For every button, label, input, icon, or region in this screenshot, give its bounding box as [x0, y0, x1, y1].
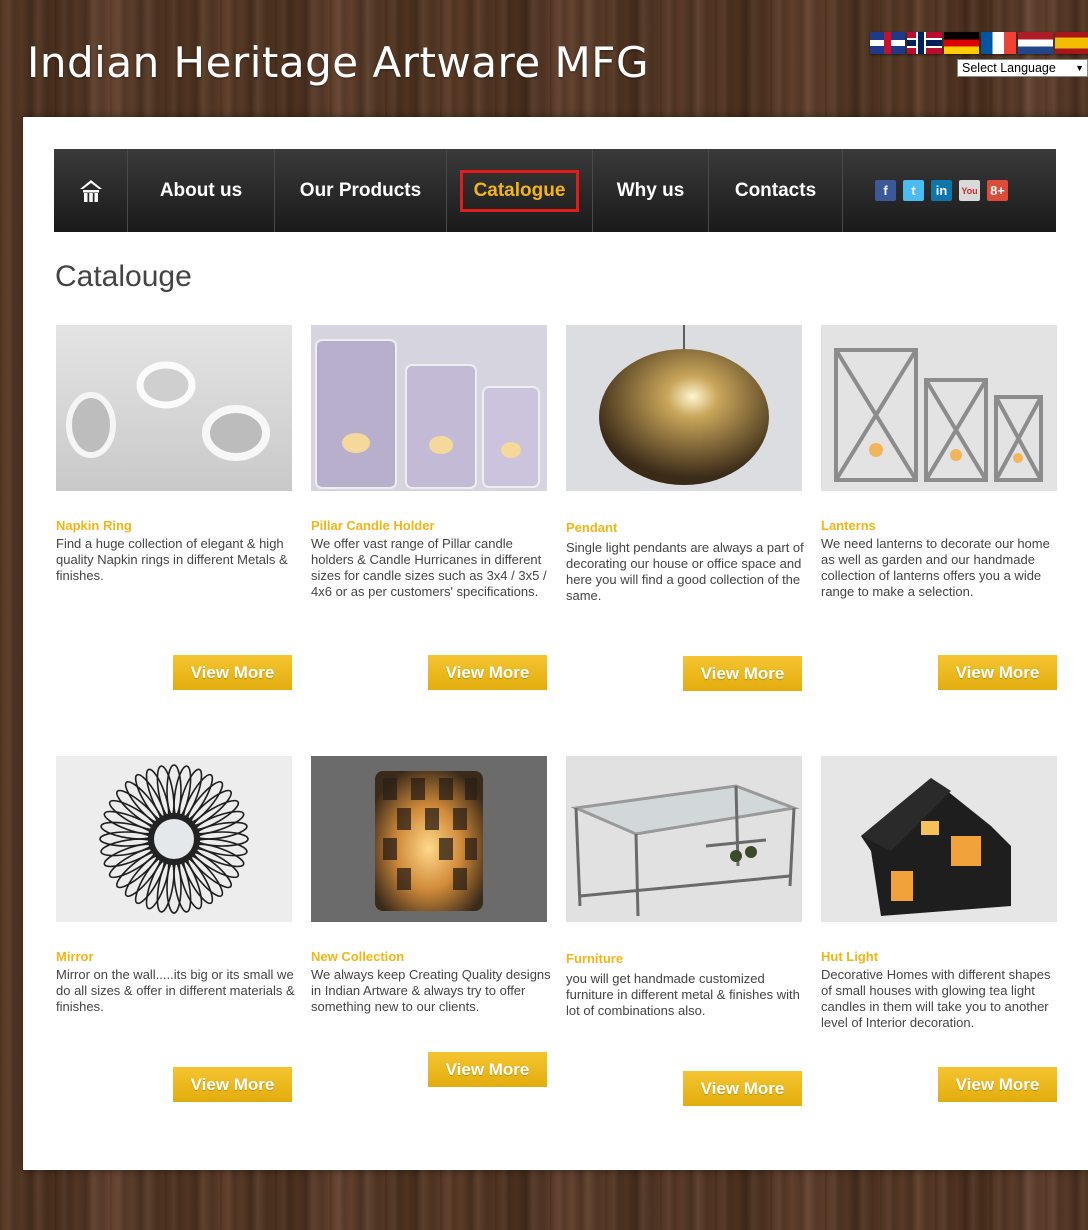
- language-select[interactable]: Select Language ▼: [957, 59, 1088, 77]
- product-title[interactable]: Napkin Ring: [56, 518, 132, 533]
- netherlands-flag-icon[interactable]: [1018, 32, 1053, 54]
- napkin-ring-image[interactable]: [56, 325, 292, 491]
- product-title[interactable]: Pillar Candle Holder: [311, 518, 435, 533]
- view-more-button[interactable]: View More: [173, 655, 292, 690]
- nav-contacts[interactable]: Contacts: [709, 149, 843, 232]
- site-title: Indian Heritage Artware MFG: [27, 38, 649, 87]
- product-card-pillar-candle-holder: Pillar Candle Holder We offer vast range…: [311, 325, 547, 691]
- product-card-hut-light: Hut Light Decorative Homes with differen…: [821, 756, 1057, 1116]
- germany-flag-icon[interactable]: [944, 32, 979, 54]
- nav-catalogue[interactable]: Catalogue: [447, 149, 593, 232]
- product-card-new-collection: New Collection We always keep Creating Q…: [311, 756, 551, 1116]
- new-collection-image[interactable]: [311, 756, 547, 922]
- language-flags: [870, 32, 1088, 54]
- nav-home[interactable]: [54, 149, 128, 232]
- product-title[interactable]: Pendant: [566, 520, 617, 535]
- product-description: Decorative Homes with different shapes o…: [821, 967, 1051, 1030]
- twitter-icon[interactable]: t: [903, 180, 924, 201]
- home-icon: [79, 179, 102, 202]
- product-description: Mirror on the wall.....its big or its sm…: [56, 967, 295, 1014]
- product-title[interactable]: Lanterns: [821, 518, 876, 533]
- nav-why-us-label: Why us: [616, 179, 685, 201]
- lanterns-image[interactable]: [821, 325, 1057, 491]
- dropdown-arrow-icon: ▼: [1075, 63, 1084, 73]
- youtube-icon[interactable]: You: [959, 180, 980, 201]
- product-card-napkin-ring: Napkin Ring Find a huge collection of el…: [56, 325, 292, 691]
- linkedin-icon[interactable]: in: [931, 180, 952, 201]
- view-more-button[interactable]: View More: [428, 1052, 547, 1087]
- product-description: We need lanterns to decorate our home as…: [821, 536, 1050, 599]
- product-card-mirror: Mirror Mirror on the wall.....its big or…: [56, 756, 295, 1116]
- product-title[interactable]: New Collection: [311, 949, 404, 964]
- google-plus-icon[interactable]: 8+: [987, 180, 1008, 201]
- page-heading: Catalouge: [55, 260, 192, 293]
- product-title[interactable]: Furniture: [566, 951, 623, 966]
- nav-about-us-label: About us: [159, 179, 243, 201]
- view-more-button[interactable]: View More: [683, 656, 802, 691]
- view-more-button[interactable]: View More: [938, 655, 1057, 690]
- pendant-image[interactable]: [566, 325, 802, 491]
- nav-our-products[interactable]: Our Products: [275, 149, 447, 232]
- language-select-label: Select Language: [962, 61, 1056, 75]
- spain-flag-icon[interactable]: [1055, 32, 1088, 54]
- view-more-button[interactable]: View More: [428, 655, 547, 690]
- product-description: We offer vast range of Pillar candle hol…: [311, 536, 547, 599]
- nav-catalogue-label: Catalogue: [459, 169, 580, 212]
- view-more-button[interactable]: View More: [173, 1067, 292, 1102]
- nav-why-us[interactable]: Why us: [593, 149, 709, 232]
- france-flag-icon[interactable]: [981, 32, 1016, 54]
- main-navbar: About us Our Products Catalogue Why us C…: [54, 149, 1056, 232]
- product-title[interactable]: Mirror: [56, 949, 94, 964]
- product-title[interactable]: Hut Light: [821, 949, 878, 964]
- product-description: Single light pendants are always a part …: [566, 540, 804, 603]
- social-links: f t in You 8+: [875, 180, 1008, 201]
- product-description: We always keep Creating Quality designs …: [311, 967, 551, 1014]
- pillar-candle-holder-image[interactable]: [311, 325, 547, 491]
- product-card-pendant: Pendant Single light pendants are always…: [566, 325, 804, 691]
- product-description: Find a huge collection of elegant & high…: [56, 536, 288, 583]
- product-card-lanterns: Lanterns We need lanterns to decorate ou…: [821, 325, 1057, 691]
- nav-contacts-label: Contacts: [734, 179, 817, 201]
- main-panel: About us Our Products Catalogue Why us C…: [23, 117, 1088, 1170]
- uk-flag-icon[interactable]: [870, 32, 905, 54]
- product-description: you will get handmade customized furnitu…: [566, 971, 800, 1018]
- view-more-button[interactable]: View More: [938, 1067, 1057, 1102]
- nav-our-products-label: Our Products: [299, 179, 422, 201]
- mirror-image[interactable]: [56, 756, 292, 922]
- facebook-icon[interactable]: f: [875, 180, 896, 201]
- product-card-furniture: Furniture you will get handmade customiz…: [566, 756, 802, 1116]
- norway-flag-icon[interactable]: [907, 32, 942, 54]
- furniture-image[interactable]: [566, 756, 802, 922]
- view-more-button[interactable]: View More: [683, 1071, 802, 1106]
- hut-light-image[interactable]: [821, 756, 1057, 922]
- nav-about-us[interactable]: About us: [128, 149, 275, 232]
